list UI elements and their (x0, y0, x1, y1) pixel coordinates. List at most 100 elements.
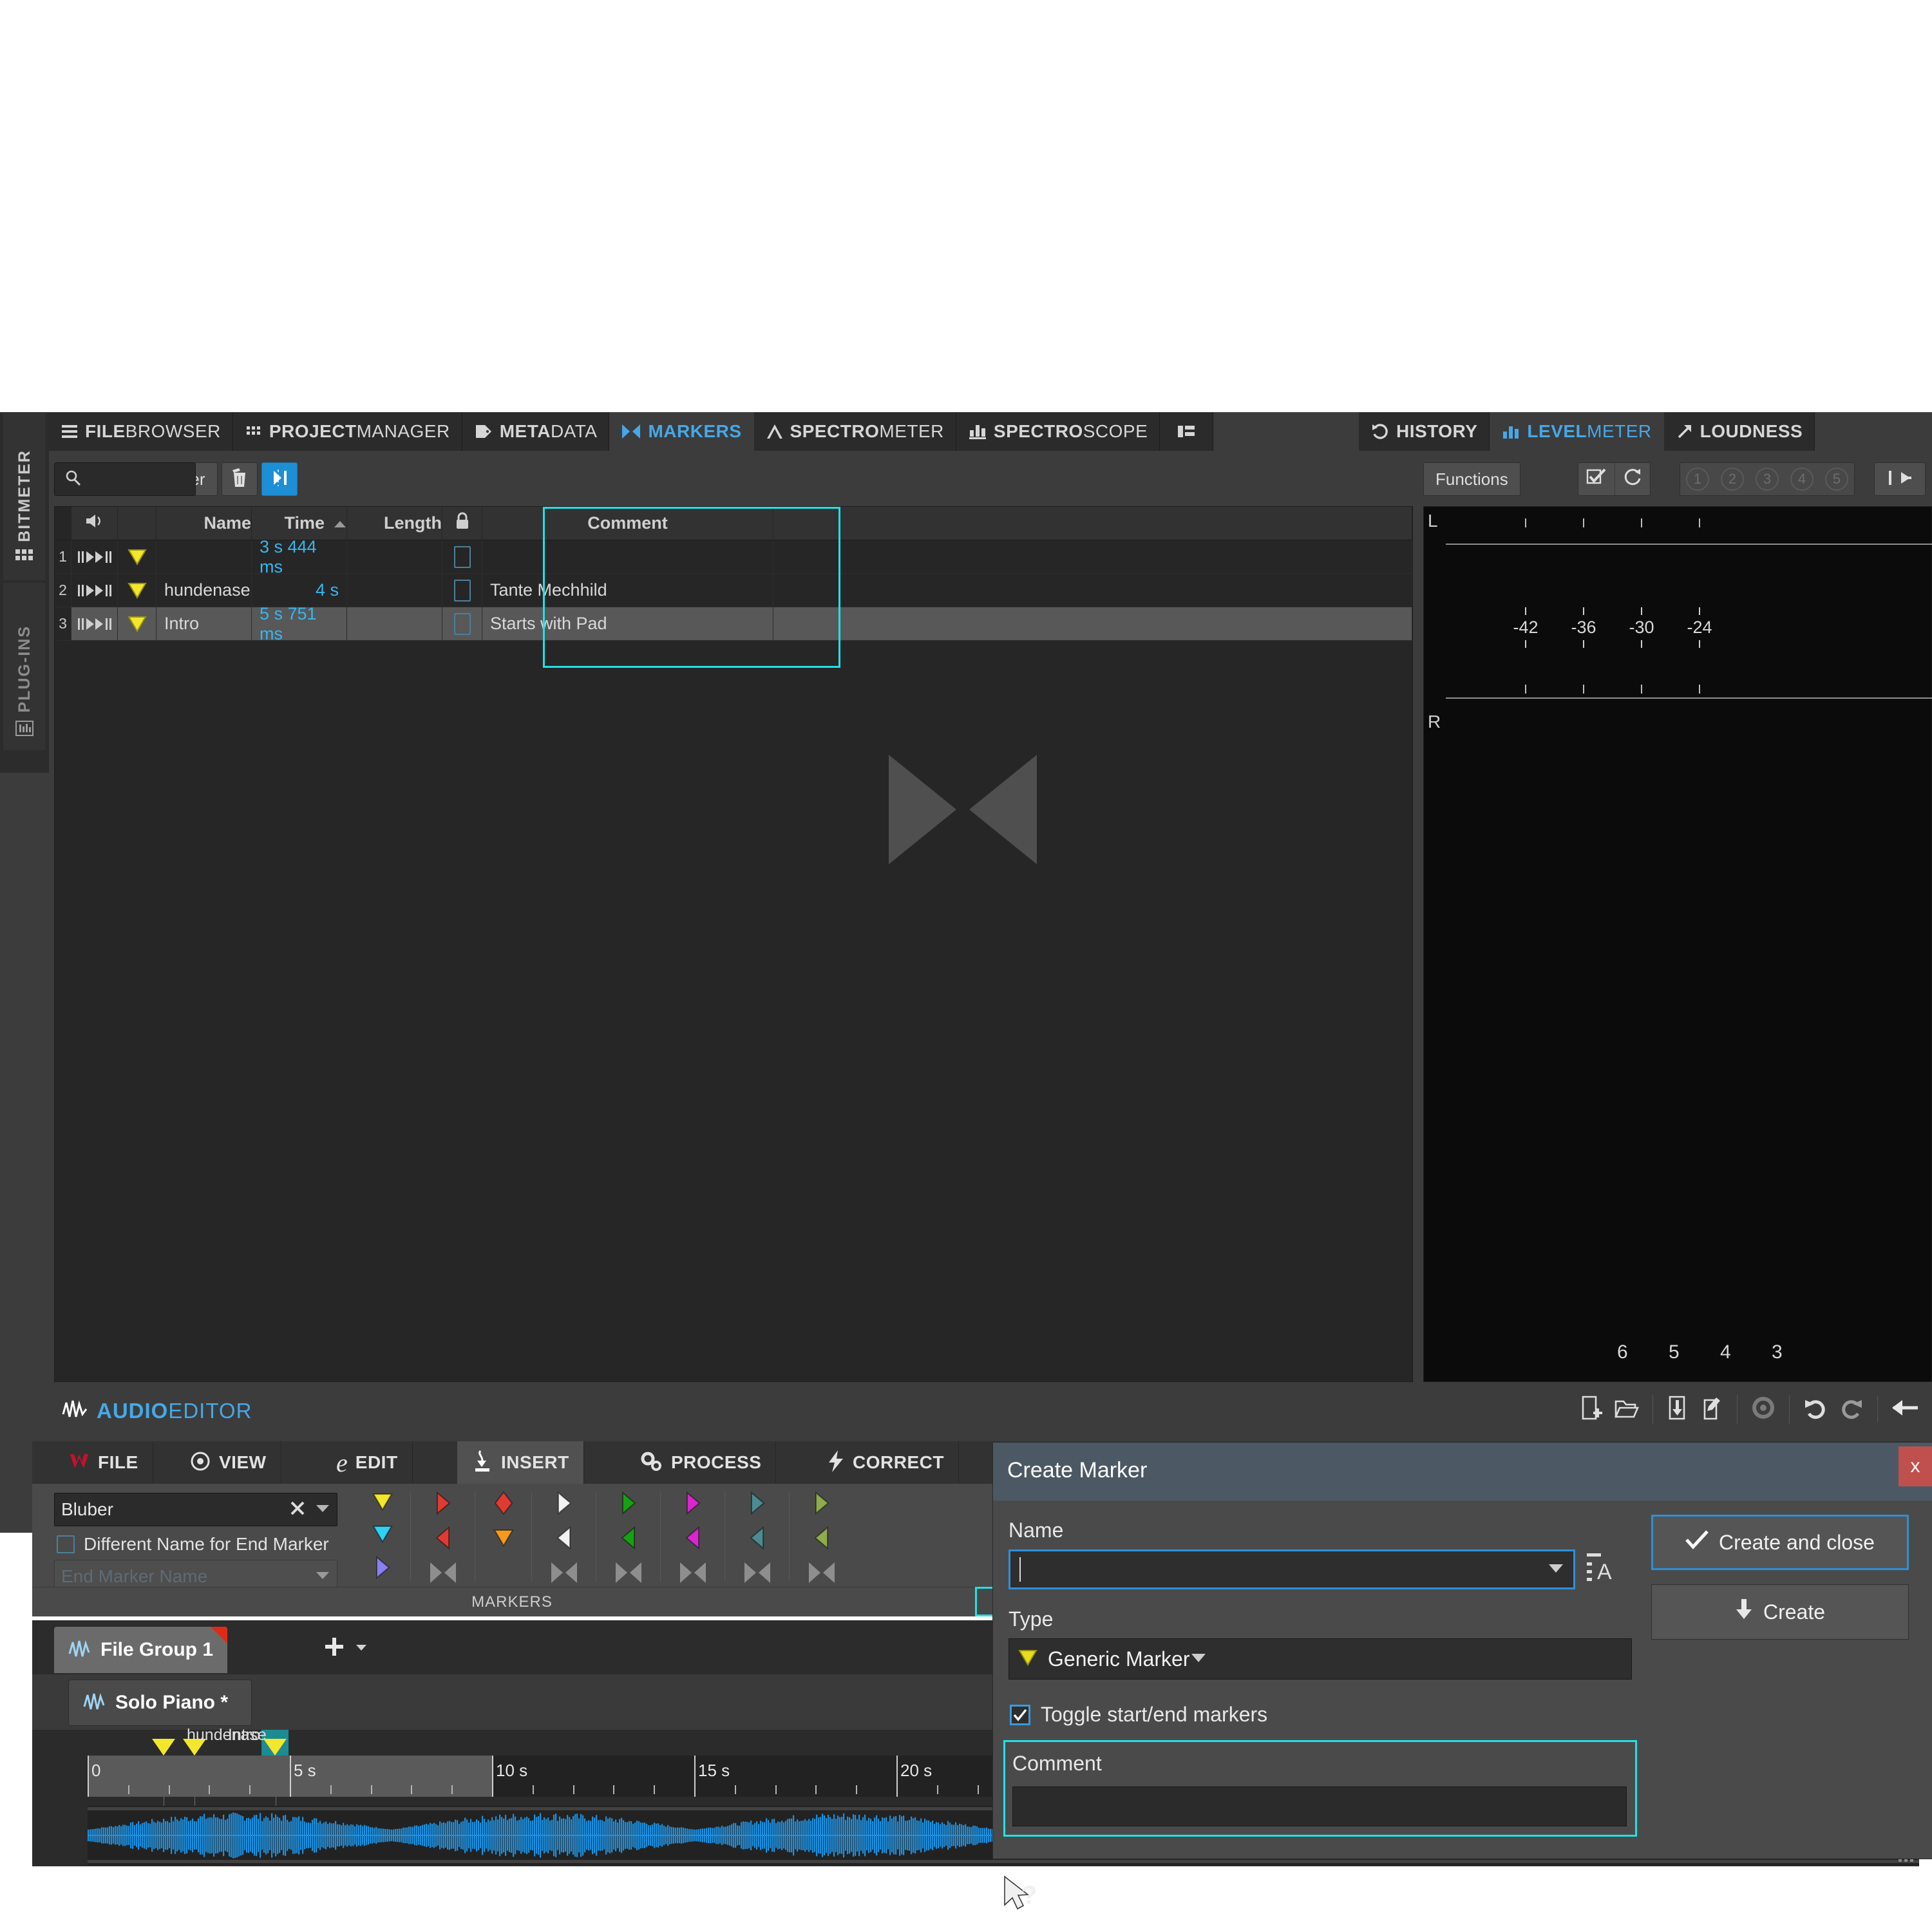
section-end-teal-button[interactable] (748, 1526, 766, 1552)
tab-layout-list-button[interactable] (1160, 412, 1214, 451)
row-length[interactable] (347, 540, 442, 573)
file-group-tab[interactable]: File Group 1 (54, 1627, 228, 1673)
add-file-group-button[interactable] (323, 1636, 367, 1661)
plus-icon[interactable] (323, 1636, 345, 1661)
row-comment[interactable]: Tante Mechhild (482, 574, 773, 607)
row-time[interactable]: 3 s 444 ms (252, 537, 347, 576)
levelmeter-reset-peak-button[interactable] (1874, 462, 1926, 496)
undo-icon[interactable] (1803, 1396, 1828, 1423)
table-row[interactable]: 2 hundenase 4 s Tante Mechhild (55, 574, 1412, 607)
loop-start-white-button[interactable] (555, 1491, 573, 1517)
menu-process[interactable]: PROCESS (625, 1441, 777, 1484)
text-list-icon[interactable]: A (1586, 1551, 1615, 1591)
levelmeter-preset-4[interactable]: 4 (1785, 463, 1819, 495)
row-comment[interactable]: Starts with Pad (482, 607, 773, 640)
levelmeter-preset-5[interactable]: 5 (1819, 463, 1854, 495)
name-field[interactable] (1009, 1549, 1575, 1589)
markers-delete-button[interactable] (222, 462, 258, 496)
generic-marker-down-yellow-button[interactable] (372, 1492, 393, 1515)
row-lock-checkbox[interactable] (442, 540, 482, 573)
levelmeter-settings-button[interactable] (1578, 463, 1615, 495)
levelmeter-functions-button[interactable]: Functions (1424, 463, 1520, 495)
row-marker-flag-icon[interactable] (118, 540, 156, 573)
region-pair-gray-button[interactable] (428, 1561, 458, 1587)
playback-pair-gray-button[interactable] (678, 1561, 708, 1587)
tab-history[interactable]: HISTORY (1359, 412, 1490, 451)
back-arrow-icon[interactable] (1891, 1396, 1919, 1423)
chevron-down-icon[interactable] (315, 1503, 330, 1517)
row-play-button[interactable] (71, 607, 118, 640)
menu-file[interactable]: FILE (54, 1441, 153, 1484)
tab-spectrometer[interactable]: SPECTROMETER (753, 412, 956, 451)
region-end-red-button[interactable] (434, 1526, 452, 1552)
tab-filebrowser[interactable]: FILEBROWSER (49, 412, 233, 451)
row-time[interactable]: 4 s (252, 574, 347, 607)
tab-markers[interactable]: MARKERS (609, 412, 754, 451)
custom-pair-gray-button[interactable] (807, 1561, 837, 1587)
header-play[interactable] (71, 507, 118, 540)
save-as-icon[interactable] (1700, 1395, 1724, 1424)
playback-end-magenta-button[interactable] (684, 1526, 702, 1552)
row-time[interactable]: 5 s 751 ms (252, 604, 347, 643)
create-button[interactable]: Create (1651, 1584, 1909, 1640)
dialog-titlebar[interactable]: Create Marker x (993, 1443, 1932, 1501)
row-play-button[interactable] (71, 574, 118, 607)
rail-tab-bitmeter[interactable]: BITMETER (3, 412, 46, 581)
level-meter-display[interactable]: L R -42 -36 -30 -24 6 5 4 3 (1423, 506, 1932, 1382)
generic-marker-right-blue-button[interactable] (374, 1555, 392, 1582)
markers-goto-button[interactable] (261, 462, 298, 496)
custom-start-olive-button[interactable] (813, 1491, 831, 1517)
menu-edit[interactable]: e EDIT (322, 1441, 413, 1484)
header-lock[interactable] (442, 507, 482, 540)
toggle-start-end-checkbox[interactable] (1010, 1704, 1030, 1725)
header-time[interactable]: Time (252, 507, 347, 540)
cd-track-marker-red-button[interactable] (493, 1490, 514, 1517)
row-marker-flag-icon[interactable] (118, 607, 156, 640)
row-play-button[interactable] (71, 540, 118, 573)
new-file-icon[interactable] (1580, 1395, 1604, 1424)
section-pair-gray-button[interactable] (743, 1561, 772, 1587)
generic-marker-down-cyan-button[interactable] (372, 1524, 393, 1547)
header-comment[interactable]: Comment (482, 507, 773, 540)
save-icon[interactable] (1666, 1395, 1689, 1424)
comment-field[interactable] (1012, 1786, 1627, 1826)
tab-levelmeter[interactable]: LEVELMETER (1490, 412, 1664, 451)
loop-end-white-button[interactable] (555, 1526, 573, 1552)
table-row[interactable]: 1 3 s 444 ms (55, 537, 1412, 576)
close-icon[interactable]: x (1899, 1446, 1932, 1486)
timeline-marker-flag-1[interactable] (152, 1739, 175, 1756)
menu-insert[interactable]: INSERT (457, 1441, 584, 1484)
marker-name-combo[interactable]: Bluber (54, 1493, 337, 1526)
timeline-marker-flag-3[interactable] (263, 1739, 287, 1756)
header-length[interactable]: Length (347, 507, 442, 540)
toggle-start-end-row[interactable]: Toggle start/end markers (1010, 1703, 1267, 1727)
mute-pair-gray-button[interactable] (614, 1561, 643, 1587)
row-name[interactable]: Intro (156, 607, 252, 640)
region-start-red-button[interactable] (434, 1491, 452, 1517)
chevron-down-icon[interactable] (315, 1570, 330, 1584)
levelmeter-preset-3[interactable]: 3 (1750, 463, 1785, 495)
playback-start-magenta-button[interactable] (684, 1491, 702, 1517)
chevron-down-icon[interactable] (1548, 1562, 1564, 1577)
mute-start-green-button[interactable] (620, 1491, 638, 1517)
chevron-down-icon[interactable] (1190, 1652, 1207, 1667)
row-lock-checkbox[interactable] (442, 574, 482, 607)
mute-end-green-button[interactable] (620, 1526, 638, 1552)
row-name[interactable]: hundenase (156, 574, 252, 607)
markers-search-box[interactable] (54, 462, 196, 496)
levelmeter-preset-1[interactable]: 1 (1680, 463, 1715, 495)
custom-end-olive-button[interactable] (813, 1526, 831, 1552)
redo-icon[interactable] (1839, 1396, 1864, 1423)
levelmeter-reset-button[interactable] (1615, 463, 1650, 495)
markers-search-input[interactable] (87, 468, 184, 490)
different-name-row[interactable]: Different Name for End Marker (57, 1534, 329, 1555)
file-tab-solo-piano[interactable]: Solo Piano * (68, 1680, 252, 1726)
tab-metadata[interactable]: METADATA (462, 412, 610, 451)
rail-tab-plugins[interactable]: PLUG-INS (3, 582, 46, 751)
row-length[interactable] (347, 607, 442, 640)
tab-loudness[interactable]: LOUDNESS (1663, 412, 1815, 451)
section-start-teal-button[interactable] (748, 1491, 766, 1517)
menu-correct[interactable]: CORRECT (813, 1441, 959, 1484)
chevron-down-small-icon[interactable] (355, 1643, 367, 1654)
tab-projectmanager[interactable]: PROJECTMANAGER (232, 412, 462, 451)
